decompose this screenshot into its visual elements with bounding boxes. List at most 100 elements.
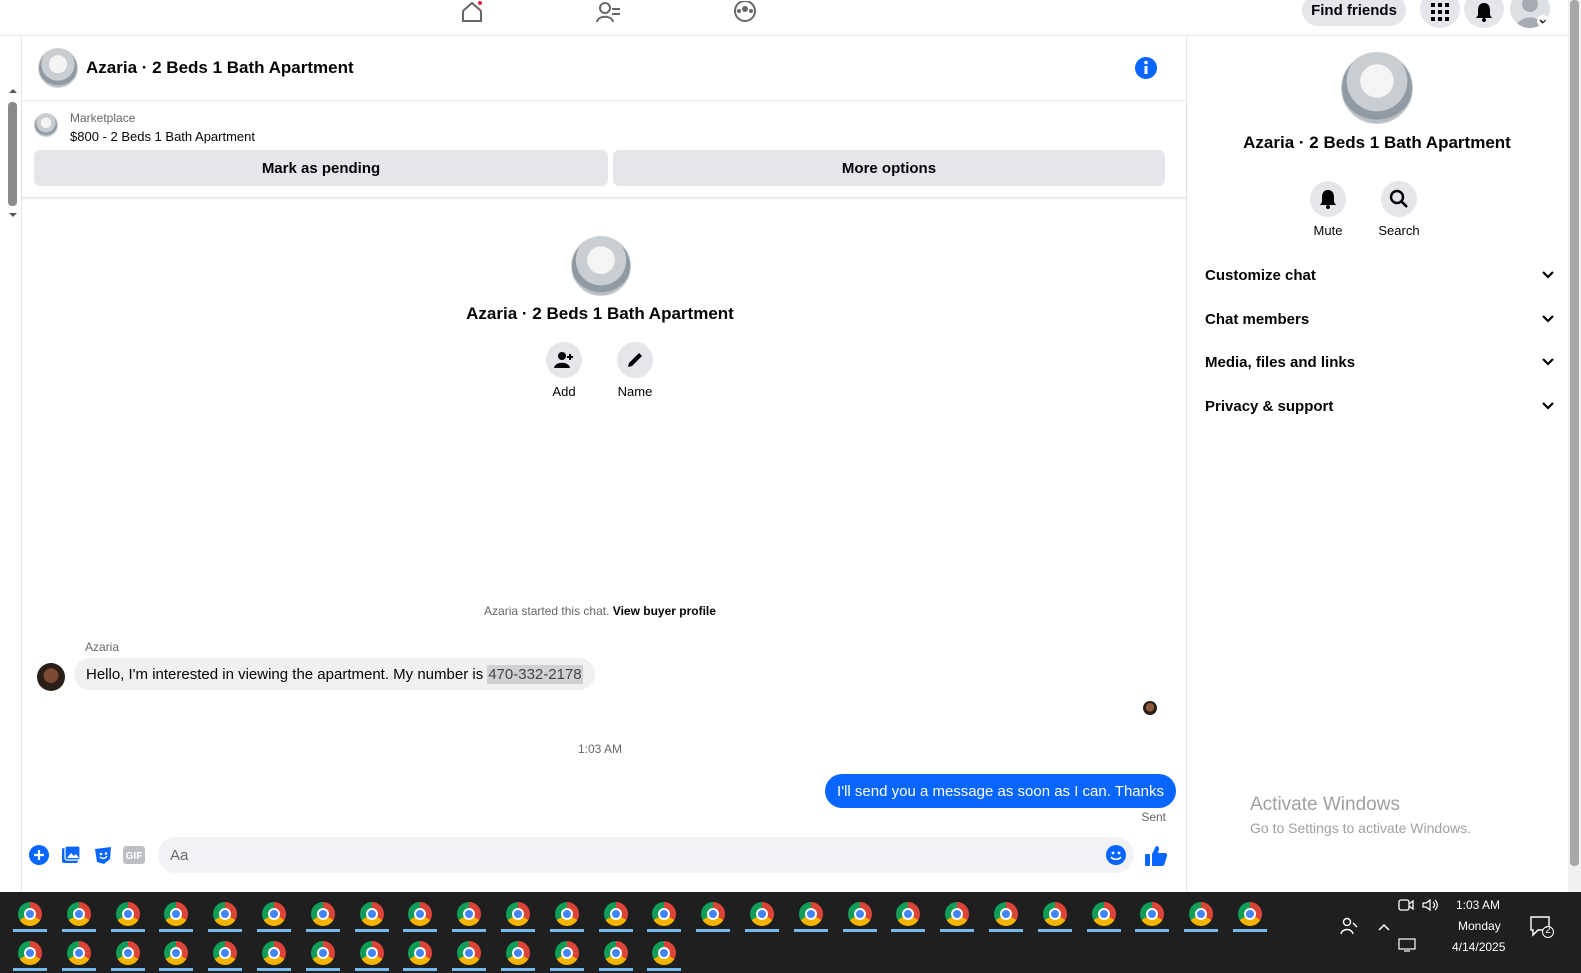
chrome-taskbar-icon[interactable] (13, 937, 47, 971)
chrome-taskbar-icon[interactable] (305, 937, 340, 971)
chrome-taskbar-icon[interactable] (1233, 898, 1267, 932)
people-icon[interactable] (1340, 917, 1358, 938)
chrome-taskbar-icon[interactable] (257, 937, 291, 971)
pencil-icon[interactable] (617, 342, 653, 378)
chrome-taskbar-icon[interactable] (501, 898, 535, 932)
time-separator: 1:03 AM (577, 742, 623, 756)
chrome-taskbar-icon[interactable] (598, 937, 633, 971)
chrome-taskbar-icon[interactable] (745, 898, 779, 932)
groups-icon[interactable] (731, 0, 759, 24)
chrome-taskbar-icon[interactable] (354, 937, 389, 971)
chrome-taskbar-icon[interactable] (696, 898, 731, 932)
volume-icon[interactable] (1422, 898, 1440, 915)
more-options-button[interactable]: More options (613, 150, 1165, 186)
chat-photo[interactable] (38, 48, 78, 88)
sender-avatar[interactable] (37, 663, 65, 691)
marketplace-banner: Marketplace $800 - 2 Beds 1 Bath Apartme… (22, 101, 1186, 198)
add-person-icon[interactable] (546, 342, 582, 378)
mark-as-pending-button[interactable]: Mark as pending (34, 150, 608, 186)
name-action[interactable]: Name (605, 342, 665, 399)
notifications-bell-icon[interactable] (1464, 0, 1504, 28)
info-icon[interactable] (1134, 56, 1158, 80)
thumbs-up-icon[interactable] (1144, 844, 1168, 868)
chrome-taskbar-icon[interactable] (61, 898, 96, 932)
emoji-icon[interactable] (1105, 844, 1127, 866)
listing-title[interactable]: $800 - 2 Beds 1 Bath Apartment (70, 129, 255, 144)
sticker-icon[interactable] (92, 844, 114, 866)
chrome-taskbar-icon[interactable] (13, 898, 47, 932)
privacy-support-label: Privacy & support (1205, 397, 1334, 415)
add-person-action[interactable]: Add (534, 342, 594, 399)
details-photo[interactable] (1341, 52, 1413, 124)
mute-action[interactable]: Mute (1298, 181, 1358, 238)
read-receipt-avatar (1143, 701, 1157, 715)
chevron-up-icon[interactable] (1377, 919, 1391, 935)
media-files-links-section[interactable]: Media, files and links (1205, 347, 1555, 377)
privacy-support-section[interactable]: Privacy & support (1205, 391, 1555, 421)
meet-now-icon[interactable] (1398, 898, 1414, 915)
chrome-taskbar-icon[interactable] (257, 898, 291, 932)
search-icon[interactable] (1381, 181, 1417, 217)
outgoing-message-bubble[interactable]: I'll send you a message as soon as I can… (825, 774, 1176, 808)
chrome-taskbar-icon[interactable] (598, 898, 633, 932)
phone-number[interactable]: 470-332-2178 (487, 664, 583, 684)
chrome-taskbar-icon[interactable] (208, 937, 243, 971)
incoming-message-bubble[interactable]: Hello, I'm interested in viewing the apa… (74, 658, 595, 690)
watermark-line2: Go to Settings to activate Windows. (1250, 820, 1471, 836)
plus-icon[interactable] (28, 844, 50, 866)
chat-title[interactable]: Azaria · 2 Beds 1 Bath Apartment (86, 58, 354, 78)
chrome-taskbar-icon[interactable] (208, 898, 243, 932)
network-icon[interactable] (1398, 938, 1416, 955)
view-buyer-profile-link[interactable]: View buyer profile (613, 604, 716, 618)
chrome-taskbar-icon[interactable] (793, 898, 828, 932)
chrome-taskbar-icon[interactable] (452, 898, 487, 932)
friends-icon[interactable] (595, 0, 623, 24)
chrome-taskbar-icon[interactable] (1184, 898, 1219, 932)
chrome-taskbar-icon[interactable] (940, 898, 975, 932)
gif-icon[interactable]: GIF (123, 844, 145, 866)
page-scrollbar[interactable] (1568, 0, 1581, 892)
chrome-taskbar-icon[interactable] (1135, 898, 1170, 932)
add-label: Add (552, 384, 576, 399)
chrome-taskbar-icon[interactable] (501, 937, 535, 971)
chrome-taskbar-icon[interactable] (549, 937, 584, 971)
notification-center-icon[interactable]: 2 (1530, 916, 1554, 941)
chevron-down-icon (1542, 402, 1554, 410)
chrome-taskbar-icon[interactable] (354, 898, 389, 932)
chrome-taskbar-icon[interactable] (1086, 898, 1121, 932)
chrome-taskbar-icon[interactable] (110, 937, 145, 971)
listing-photo (34, 113, 58, 137)
clock-date[interactable]: 4/14/2025 (1452, 940, 1505, 954)
chrome-taskbar-icon[interactable] (549, 898, 584, 932)
clock-time[interactable]: 1:03 AM (1456, 898, 1500, 912)
chrome-taskbar-icon[interactable] (403, 937, 438, 971)
chrome-taskbar-icon[interactable] (305, 898, 340, 932)
chrome-taskbar-icon[interactable] (61, 937, 96, 971)
clock-day[interactable]: Monday (1458, 919, 1501, 933)
home-icon[interactable] (458, 0, 486, 24)
chrome-taskbar-icon[interactable] (1037, 898, 1072, 932)
chrome-taskbar-icon[interactable] (452, 937, 487, 971)
left-scrollbar[interactable] (4, 86, 18, 222)
chrome-taskbar-icon[interactable] (891, 898, 926, 932)
chrome-taskbar-icon[interactable] (647, 937, 682, 971)
menu-grid-icon[interactable] (1420, 0, 1460, 28)
photo-icon[interactable] (60, 844, 82, 866)
find-friends-button[interactable]: Find friends (1302, 0, 1406, 26)
chrome-taskbar-icon[interactable] (842, 898, 877, 932)
account-avatar[interactable] (1510, 0, 1550, 28)
chrome-taskbar-icon[interactable] (647, 898, 682, 932)
message-input[interactable] (158, 837, 1134, 873)
started-text: Azaria started this chat. (484, 604, 610, 618)
chat-members-section[interactable]: Chat members (1205, 304, 1555, 334)
chrome-taskbar-icon[interactable] (110, 898, 145, 932)
bell-icon[interactable] (1310, 181, 1346, 217)
search-label: Search (1378, 223, 1420, 238)
chrome-taskbar-icon[interactable] (403, 898, 438, 932)
customize-chat-section[interactable]: Customize chat (1205, 260, 1555, 290)
marketplace-label: Marketplace (70, 111, 136, 125)
chrome-taskbar-icon[interactable] (989, 898, 1023, 932)
chrome-taskbar-icon[interactable] (159, 898, 194, 932)
search-action[interactable]: Search (1369, 181, 1429, 238)
chrome-taskbar-icon[interactable] (159, 937, 194, 971)
